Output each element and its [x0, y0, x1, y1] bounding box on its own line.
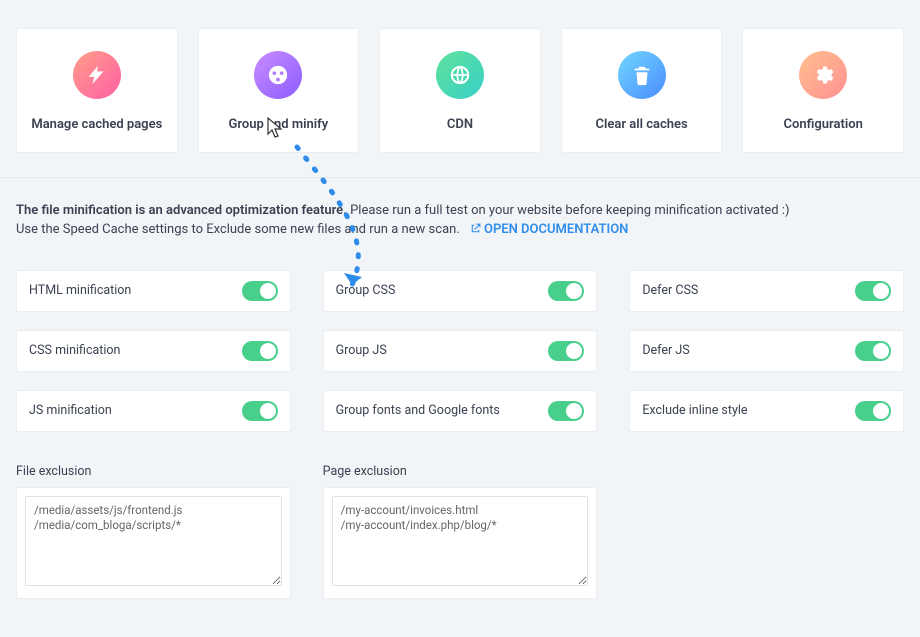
setting-defer-css: Defer CSS	[629, 270, 904, 312]
globe-icon	[436, 51, 484, 99]
open-documentation-link[interactable]: OPEN DOCUMENTATION	[469, 222, 628, 237]
card-configuration[interactable]: Configuration	[742, 28, 904, 153]
dashboard-cards: Manage cached pages Group and minify CDN…	[0, 0, 920, 178]
setting-exclude-inline-style: Exclude inline style	[629, 390, 904, 432]
file-exclusion-block: File exclusion	[16, 464, 291, 599]
trash-icon	[618, 51, 666, 99]
film-reel-icon	[254, 51, 302, 99]
external-link-icon	[469, 222, 482, 235]
page-exclusion-block: Page exclusion	[323, 464, 598, 599]
bolt-icon	[73, 51, 121, 99]
card-cdn[interactable]: CDN	[379, 28, 541, 153]
page-exclusion-textarea[interactable]	[332, 496, 589, 586]
minification-notice: The file minification is an advanced opt…	[0, 178, 920, 252]
toggle-html-minification[interactable]	[242, 281, 278, 301]
page-exclusion-title: Page exclusion	[323, 464, 598, 479]
card-label: Group and minify	[207, 117, 351, 132]
exclusions-section: File exclusion Page exclusion	[0, 450, 920, 627]
toggle-exclude-inline-style[interactable]	[855, 401, 891, 421]
setting-group-js: Group JS	[323, 330, 598, 372]
gear-icon	[799, 51, 847, 99]
setting-label: CSS minification	[29, 343, 120, 358]
toggle-js-minification[interactable]	[242, 401, 278, 421]
card-label: Clear all caches	[570, 117, 714, 132]
setting-css-minification: CSS minification	[16, 330, 291, 372]
setting-label: Exclude inline style	[642, 403, 747, 418]
setting-label: HTML minification	[29, 283, 131, 298]
toggle-defer-js[interactable]	[855, 341, 891, 361]
notice-rest: Please run a full test on your website b…	[347, 203, 790, 218]
card-label: CDN	[388, 117, 532, 132]
toggle-group-css[interactable]	[548, 281, 584, 301]
setting-group-fonts: Group fonts and Google fonts	[323, 390, 598, 432]
file-exclusion-textarea[interactable]	[25, 496, 282, 586]
card-label: Manage cached pages	[25, 117, 169, 132]
setting-label: Defer CSS	[642, 283, 698, 298]
toggle-css-minification[interactable]	[242, 341, 278, 361]
setting-defer-js: Defer JS	[629, 330, 904, 372]
setting-label: Group fonts and Google fonts	[336, 403, 500, 418]
card-clear-caches[interactable]: Clear all caches	[561, 28, 723, 153]
card-label: Configuration	[751, 117, 895, 132]
notice-line2: Use the Speed Cache settings to Exclude …	[16, 222, 460, 237]
toggle-group-fonts[interactable]	[548, 401, 584, 421]
setting-html-minification: HTML minification	[16, 270, 291, 312]
setting-label: Group JS	[336, 343, 387, 358]
setting-label: Defer JS	[642, 343, 689, 358]
notice-strong: The file minification is an advanced opt…	[16, 203, 347, 218]
toggle-defer-css[interactable]	[855, 281, 891, 301]
card-manage-cached-pages[interactable]: Manage cached pages	[16, 28, 178, 153]
minification-settings: HTML minification Group CSS Defer CSS CS…	[0, 252, 920, 450]
setting-group-css: Group CSS	[323, 270, 598, 312]
card-group-minify[interactable]: Group and minify	[198, 28, 360, 153]
setting-js-minification: JS minification	[16, 390, 291, 432]
setting-label: Group CSS	[336, 283, 396, 298]
file-exclusion-title: File exclusion	[16, 464, 291, 479]
toggle-group-js[interactable]	[548, 341, 584, 361]
setting-label: JS minification	[29, 403, 112, 418]
